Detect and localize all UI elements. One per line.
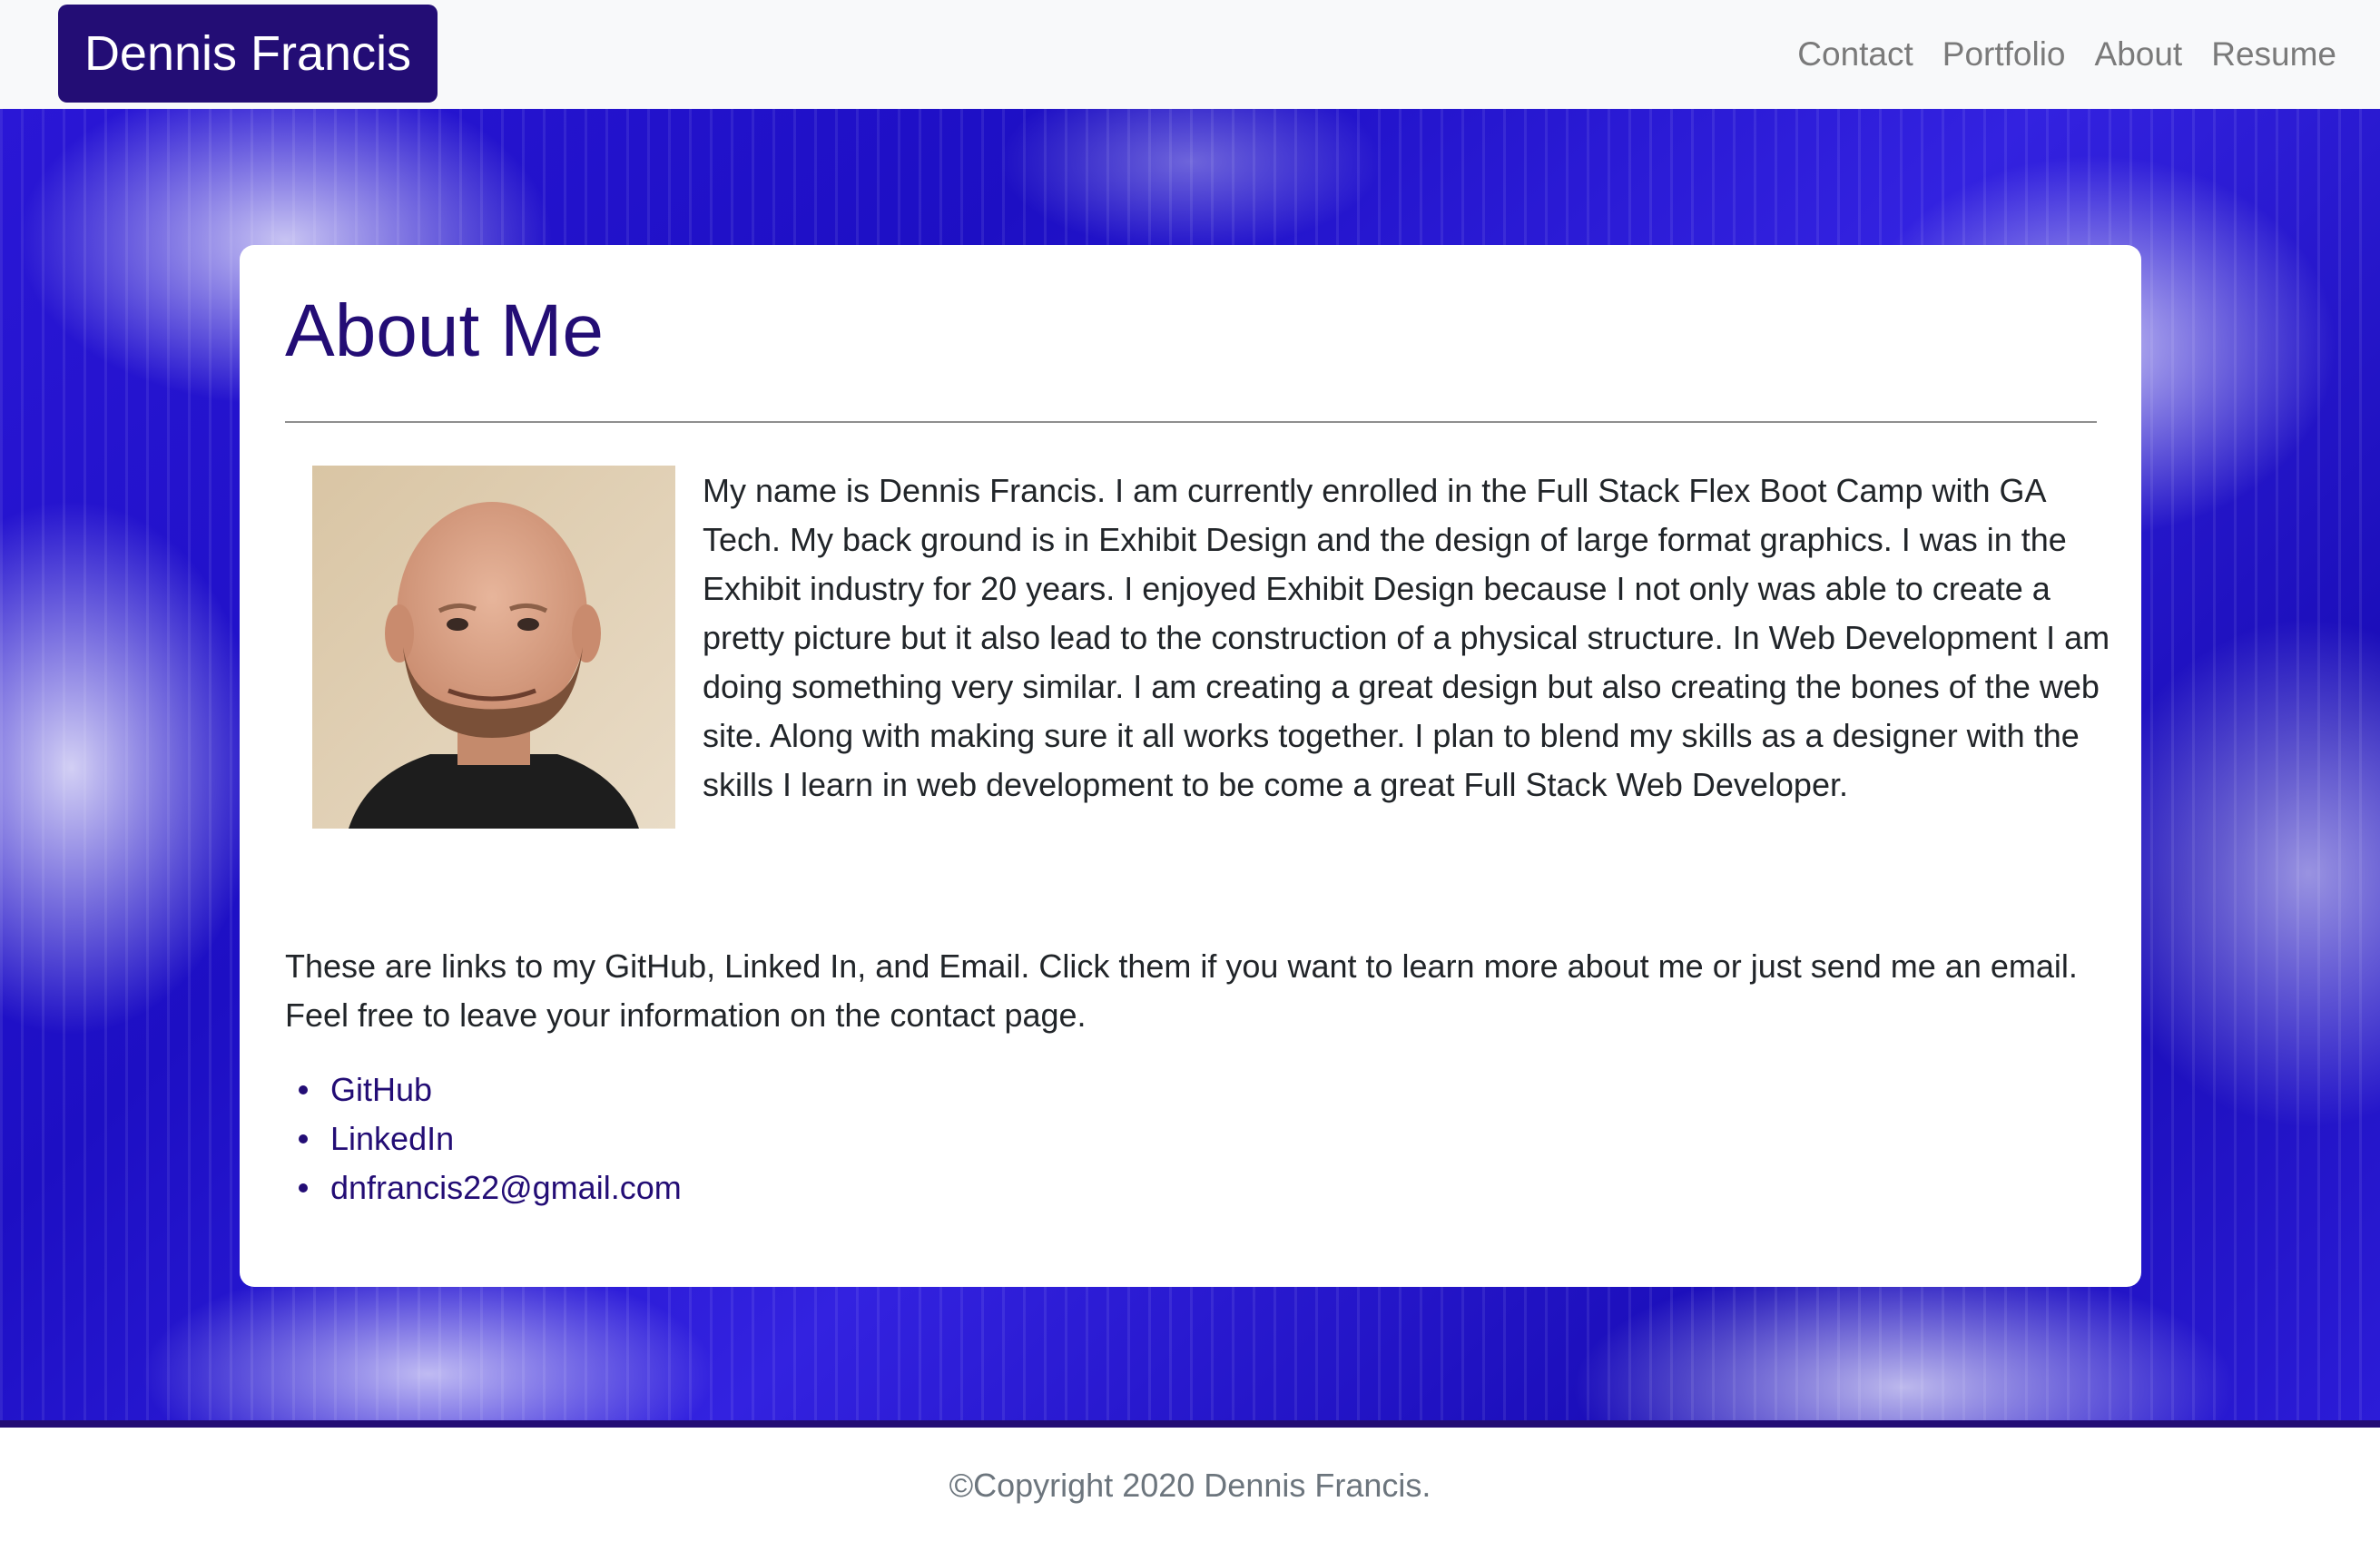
social-links-list: GitHub LinkedIn dnfrancis22@gmail.com bbox=[285, 1065, 682, 1212]
copyright-text: ©Copyright 2020 Dennis Francis. bbox=[949, 1467, 1431, 1504]
page-title: About Me bbox=[285, 290, 604, 372]
bullet-icon bbox=[299, 1134, 308, 1143]
list-item: GitHub bbox=[285, 1065, 682, 1114]
nav-link-contact[interactable]: Contact bbox=[1797, 35, 1913, 74]
nav-links: Contact Portfolio About Resume bbox=[1797, 0, 2336, 109]
bullet-icon bbox=[299, 1085, 308, 1094]
links-intro-text: These are links to my GitHub, Linked In,… bbox=[285, 947, 2078, 1034]
linkedin-link[interactable]: LinkedIn bbox=[330, 1120, 454, 1157]
hero-bottom-bar bbox=[0, 1420, 2380, 1428]
github-link[interactable]: GitHub bbox=[330, 1071, 432, 1108]
nav-link-portfolio[interactable]: Portfolio bbox=[1942, 35, 2066, 74]
profile-photo bbox=[312, 466, 675, 829]
email-link[interactable]: dnfrancis22@gmail.com bbox=[330, 1169, 682, 1206]
bio-text: My name is Dennis Francis. I am currentl… bbox=[703, 472, 2110, 803]
brand-link[interactable]: Dennis Francis bbox=[58, 5, 438, 103]
title-divider bbox=[285, 421, 2097, 423]
bullet-icon bbox=[299, 1183, 308, 1193]
list-item: LinkedIn bbox=[285, 1114, 682, 1163]
nav-link-resume[interactable]: Resume bbox=[2211, 35, 2336, 74]
list-item: dnfrancis22@gmail.com bbox=[285, 1163, 682, 1212]
footer: ©Copyright 2020 Dennis Francis. bbox=[0, 1428, 2380, 1541]
nav-link-about[interactable]: About bbox=[2095, 35, 2183, 74]
navbar: Dennis Francis Contact Portfolio About R… bbox=[0, 0, 2380, 110]
about-card: About Me My name is Dennis Francis. I am… bbox=[240, 245, 2141, 1287]
